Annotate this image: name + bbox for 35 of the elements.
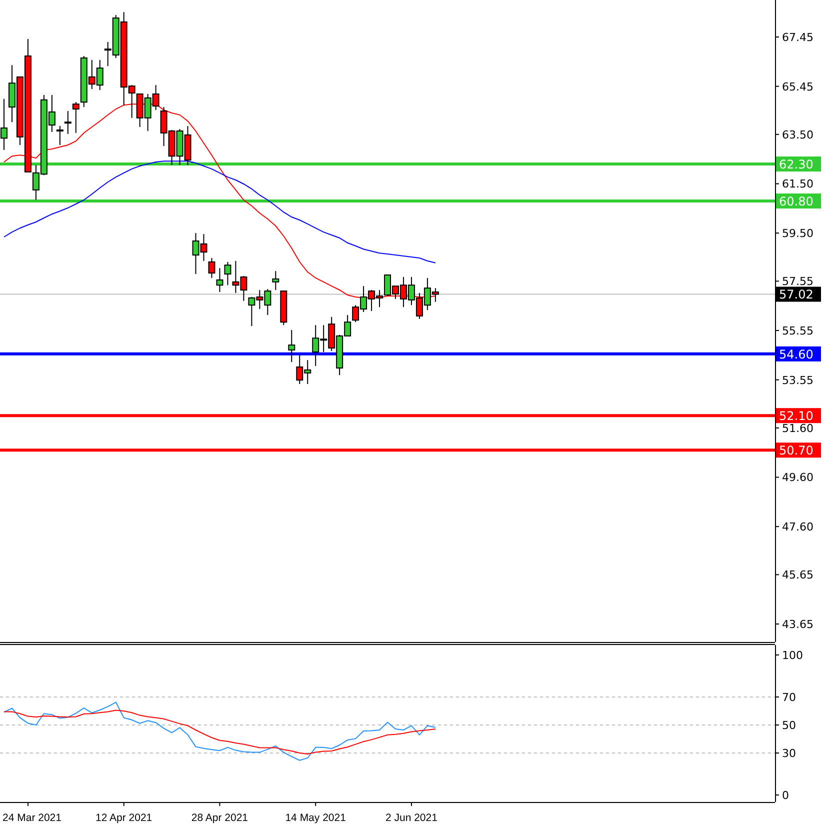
axis-label: 12 Apr 2021	[96, 812, 152, 824]
axis-label: 49.60	[782, 471, 814, 484]
axis-label: 28 Apr 2021	[191, 812, 248, 824]
axis-label: 61.50	[782, 178, 814, 191]
axis-label: 70	[782, 690, 796, 704]
axis-label: 59.50	[782, 227, 814, 240]
axis-label: 45.65	[782, 568, 814, 582]
axis-label: 67.45	[782, 31, 814, 44]
axis-label: 47.60	[782, 520, 814, 534]
price-label-badge: 60.80	[776, 194, 821, 208]
ref-line-label: 54.60	[779, 347, 814, 362]
axis-label: 2 Jun 2021	[385, 812, 438, 824]
axis-label: 51.60	[782, 422, 814, 435]
axis-label: 55.55	[782, 324, 814, 338]
price-label-badge: 57.02	[776, 286, 821, 302]
ref-line-label: 50.70	[779, 444, 814, 458]
axis-label: 100	[782, 648, 803, 662]
axis-label: 24 Mar 2021	[2, 812, 62, 824]
price-label-badge: 52.10	[776, 408, 821, 424]
price-label-badge: 62.30	[776, 156, 821, 172]
axis-label: 43.65	[782, 618, 814, 631]
price-label-badge: 50.70	[776, 442, 821, 458]
axis-label: 50	[782, 718, 796, 732]
ref-line-label: 62.30	[779, 158, 814, 172]
axis-label: 65.45	[782, 80, 814, 94]
price-label-badge: 54.60	[776, 346, 821, 362]
ref-line-label: 52.10	[779, 409, 814, 424]
axis-label: 30	[782, 746, 796, 760]
axis-label: 53.55	[782, 374, 814, 387]
axis-label: 0	[782, 789, 789, 802]
axis-label: 63.50	[782, 128, 814, 142]
ref-line-label: 57.02	[779, 288, 814, 302]
axis-label: 14 May 2021	[285, 812, 346, 824]
ref-line-label: 60.80	[779, 194, 814, 209]
axis-label: 57.55	[782, 275, 814, 288]
